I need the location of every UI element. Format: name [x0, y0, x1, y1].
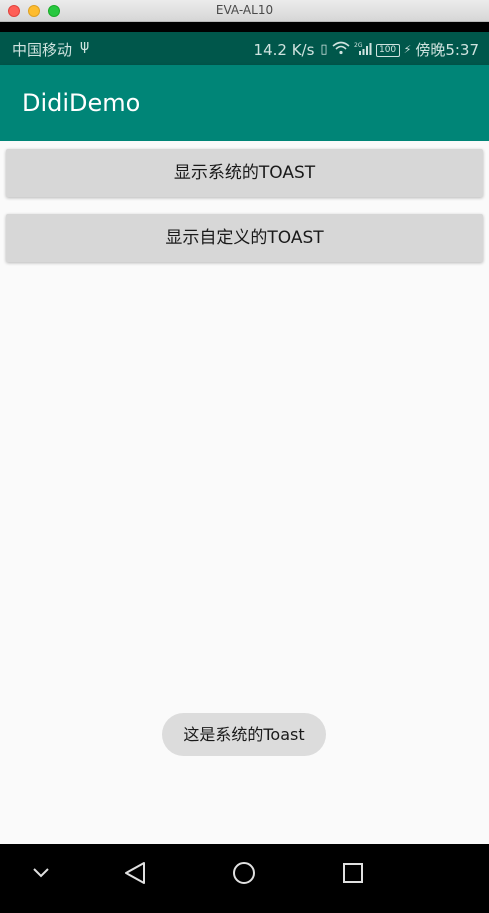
toast-message: 这是系统的Toast — [162, 713, 326, 756]
back-icon[interactable] — [116, 858, 156, 888]
recents-icon[interactable] — [333, 858, 373, 888]
chevron-down-icon[interactable] — [21, 858, 61, 888]
window-title: EVA-AL10 — [215, 3, 274, 17]
navigation-bar — [0, 844, 489, 913]
device-bezel — [0, 22, 489, 32]
app-title: DidiDemo — [22, 89, 141, 117]
status-right-group: 14.2 K/s ▯ 2G 100 ⚡ 傍晚5:37 — [254, 39, 479, 60]
status-bar: 中国移动 ψ 14.2 K/s ▯ 2G 100 ⚡ 傍晚5:37 — [0, 32, 489, 65]
usb-icon: ψ — [80, 38, 90, 54]
charging-icon: ⚡ — [403, 43, 412, 56]
network-speed: 14.2 K/s — [253, 40, 315, 59]
signal-icon: 2G — [354, 41, 372, 59]
wifi-icon — [332, 41, 350, 59]
main-content: 显示系统的TOAST 显示自定义的TOAST 这是系统的Toast — [0, 141, 489, 844]
show-system-toast-button[interactable]: 显示系统的TOAST — [6, 149, 483, 197]
show-custom-toast-button[interactable]: 显示自定义的TOAST — [6, 214, 483, 262]
app-bar: DidiDemo — [0, 65, 489, 141]
vibrate-icon: ▯ — [320, 42, 328, 57]
clock: 傍晚5:37 — [415, 41, 479, 59]
carrier-label: 中国移动 — [12, 41, 73, 59]
battery-icon: 100 — [375, 44, 400, 57]
home-icon[interactable] — [224, 858, 264, 888]
network-type-label: 2G — [354, 42, 363, 49]
window-titlebar: EVA-AL10 — [0, 0, 489, 22]
